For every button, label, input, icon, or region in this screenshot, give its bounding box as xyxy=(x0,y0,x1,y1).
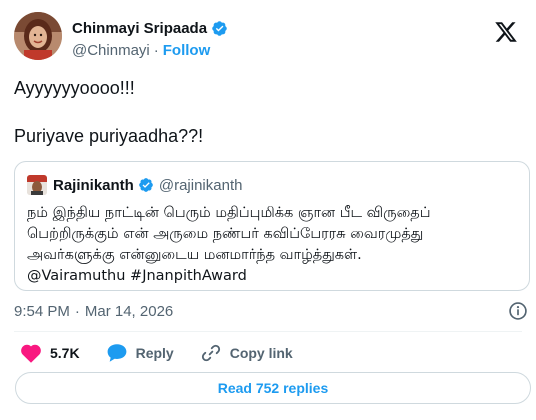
tweet-date: Mar 14, 2026 xyxy=(84,303,174,320)
divider xyxy=(14,331,522,332)
quoted-author-name: Rajinikanth xyxy=(53,176,134,194)
like-count: 5.7K xyxy=(50,345,80,361)
read-replies-button[interactable]: Read 752 replies xyxy=(15,372,531,404)
author-avatar-image xyxy=(14,12,62,60)
timestamp-separator: · xyxy=(74,303,80,320)
quoted-tweet[interactable]: Rajinikanth @rajinikanth நம் இந்திய நாட்… xyxy=(14,161,530,291)
like-button[interactable]: 5.7K xyxy=(20,342,80,364)
reply-bubble-icon xyxy=(107,344,126,362)
x-logo-icon[interactable] xyxy=(494,20,518,44)
quoted-text-line-4: @Vairamuthu #JnanpithAward xyxy=(27,268,247,284)
heart-icon xyxy=(21,344,41,363)
quoted-text-line-1: நம் இந்திய நாட்டின் பெரும் மதிப்புமிக்க … xyxy=(27,205,431,221)
link-icon xyxy=(201,344,220,362)
author-handle-row: @Chinmayi · Follow xyxy=(72,42,210,59)
author-name-row: Chinmayi Sripaada xyxy=(72,18,228,38)
separator-dot: · xyxy=(153,42,159,59)
quoted-text-line-3: அவர்களுக்கு என்னுடைய மனமார்ந்த வாழ்த்துக… xyxy=(27,247,362,263)
tweet-actions: 5.7K Reply Copy link xyxy=(20,341,319,365)
tweet-text: Ayyyyyyoooo!!! Puriyave puriyaadha??! xyxy=(14,76,522,148)
quoted-tweet-header: Rajinikanth @rajinikanth xyxy=(27,175,242,195)
verified-badge-icon xyxy=(212,20,227,36)
tweet-time: 9:54 PM xyxy=(14,303,70,320)
tweet-text-line-2: Puriyave puriyaadha??! xyxy=(14,126,204,146)
follow-button[interactable]: Follow xyxy=(163,42,211,59)
quoted-text-line-2: பெற்றிருக்கும் என் அருமை நண்பர் கவிப்பேர… xyxy=(27,226,424,242)
verified-badge-icon xyxy=(139,178,153,192)
tweet-embed-card: Chinmayi Sripaada @Chinmayi · Follow Ayy… xyxy=(0,0,536,420)
tweet-timestamp[interactable]: 9:54 PM · Mar 14, 2026 xyxy=(14,303,173,320)
copy-link-label: Copy link xyxy=(229,345,293,361)
author-name[interactable]: Chinmayi Sripaada xyxy=(72,20,207,37)
quoted-author-avatar-image xyxy=(27,175,47,195)
tweet-header: Chinmayi Sripaada @Chinmayi · Follow xyxy=(14,12,522,68)
quoted-author-handle: @rajinikanth xyxy=(158,176,243,194)
author-handle[interactable]: @Chinmayi xyxy=(72,42,150,59)
quoted-tweet-text: நம் இந்திய நாட்டின் பெரும் மதிப்புமிக்க … xyxy=(27,203,527,287)
reply-label: Reply xyxy=(135,345,174,361)
info-icon[interactable] xyxy=(508,301,528,321)
tweet-text-gap xyxy=(14,100,522,124)
reply-button[interactable]: Reply xyxy=(106,342,174,364)
author-avatar[interactable] xyxy=(14,12,62,60)
copy-link-button[interactable]: Copy link xyxy=(200,342,293,364)
tweet-text-line-1: Ayyyyyyoooo!!! xyxy=(14,78,135,98)
quoted-author-avatar xyxy=(27,175,47,195)
